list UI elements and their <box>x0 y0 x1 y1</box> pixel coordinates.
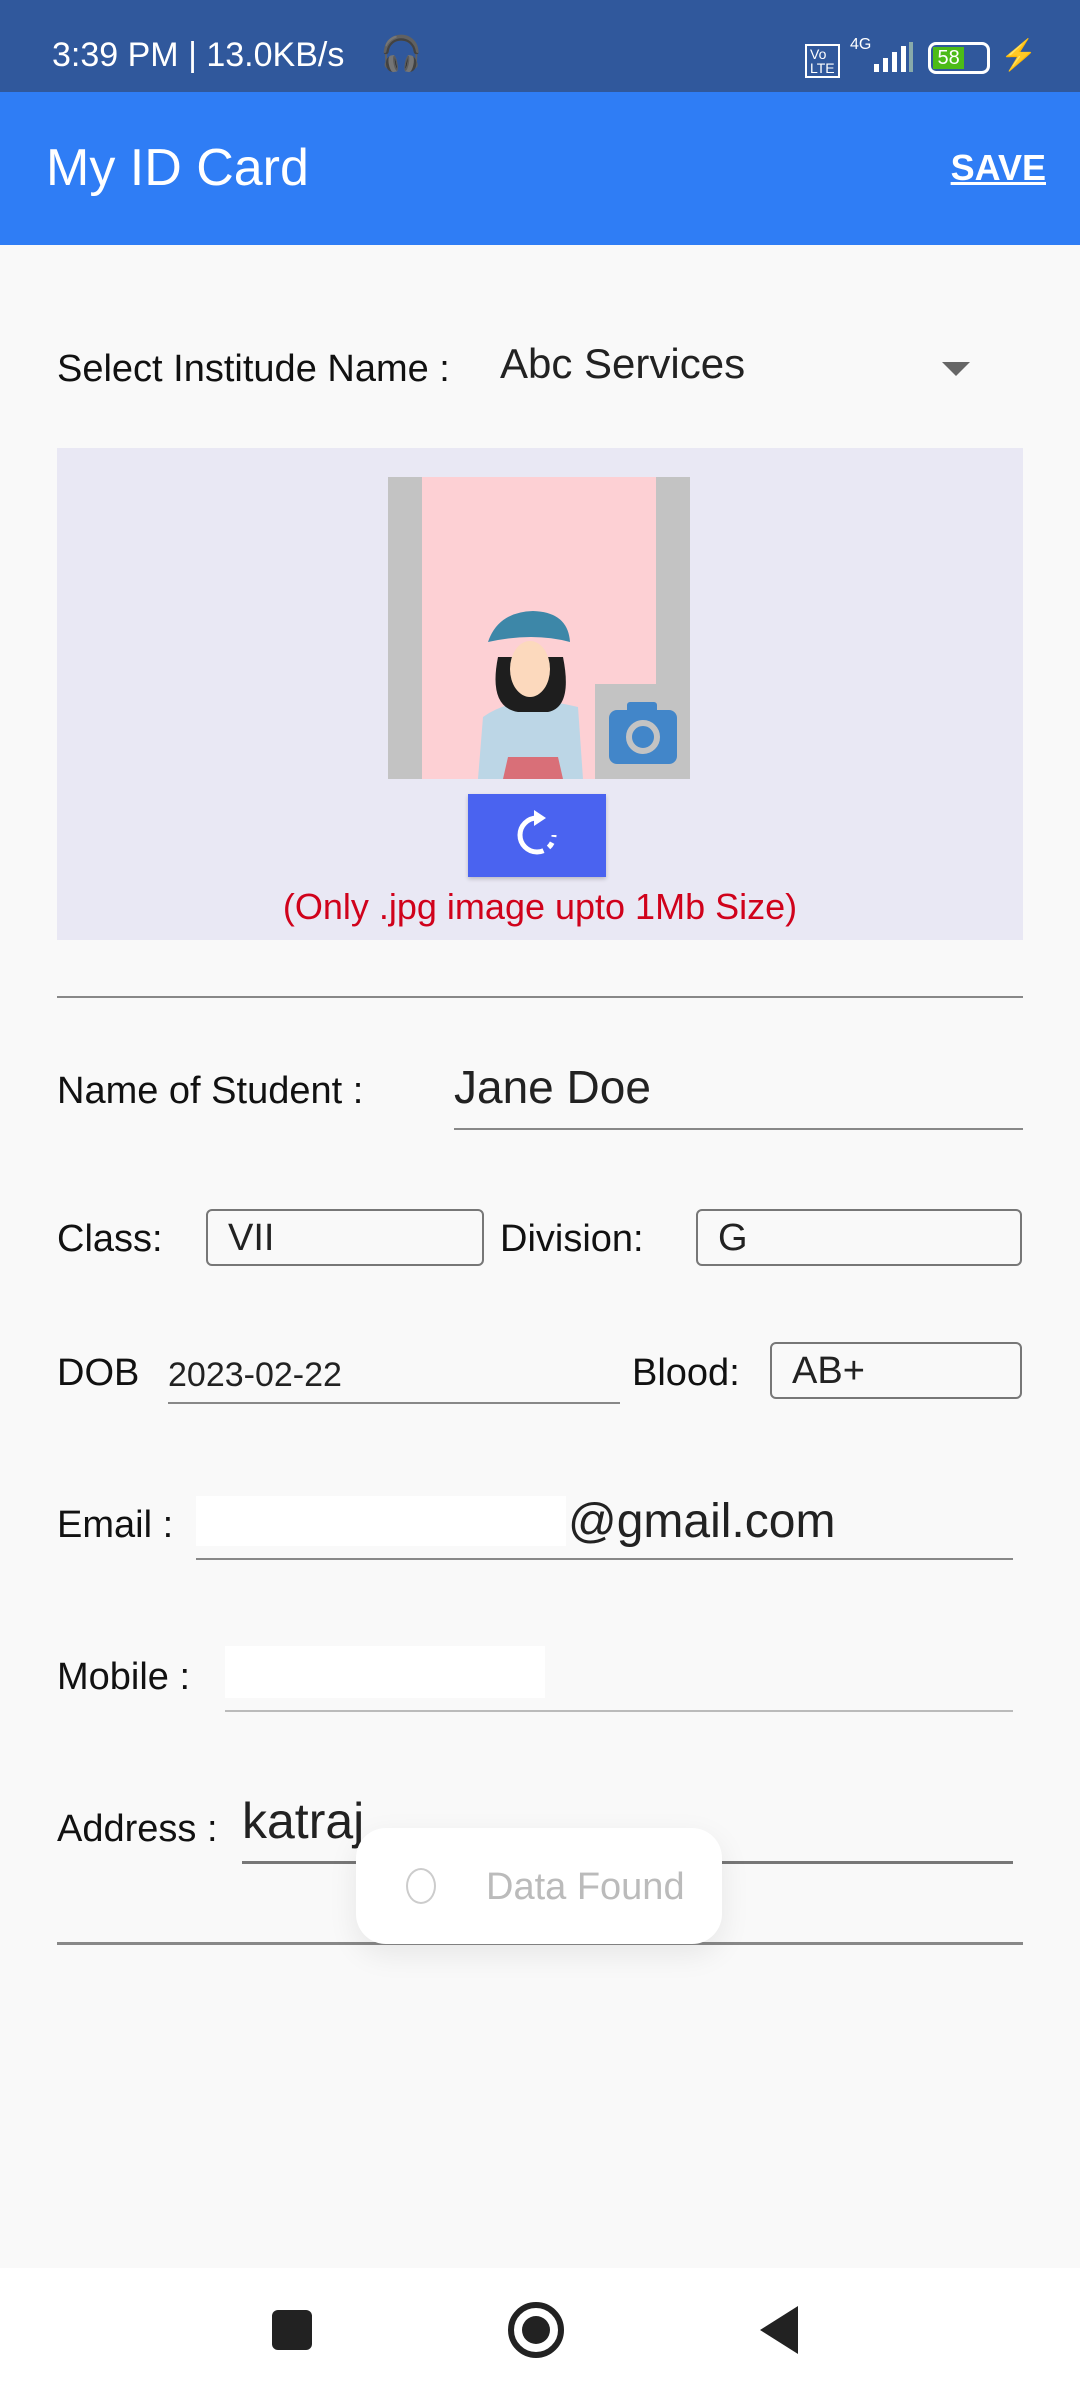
volte-icon: Vo LTE <box>805 44 840 78</box>
headphones-icon: 🎧 <box>380 35 423 73</box>
email-value: @gmail.com <box>568 1495 836 1548</box>
rotate-button[interactable] <box>468 794 606 877</box>
name-label: Name of Student : <box>57 1070 364 1112</box>
division-label: Division: <box>500 1218 644 1260</box>
battery-icon: 58 <box>928 42 990 74</box>
email-label: Email : <box>57 1504 174 1546</box>
class-label: Class: <box>57 1218 163 1260</box>
name-input[interactable]: Jane Doe <box>454 1060 1023 1130</box>
home-button[interactable] <box>508 2302 564 2358</box>
app-logo-icon <box>406 1868 436 1904</box>
chevron-down-icon <box>942 362 970 376</box>
email-input[interactable]: @gmail.com <box>196 1490 1013 1560</box>
rotate-icon <box>517 810 557 855</box>
charging-icon: ⚡ <box>1000 39 1038 72</box>
photo-note: (Only .jpg image upto 1Mb Size) <box>282 886 798 927</box>
student-photo[interactable] <box>388 477 690 779</box>
address-label: Address : <box>57 1808 218 1850</box>
institute-dropdown[interactable]: Abc Services <box>500 340 980 400</box>
redaction <box>196 1496 566 1546</box>
redaction <box>225 1646 545 1698</box>
status-bar: 3:39 PM | 13.0KB/s 🎧 Vo LTE 4G 58 ⚡ <box>0 0 1080 92</box>
navigation-bar <box>0 2268 1080 2400</box>
page-title: My ID Card <box>46 139 309 197</box>
battery-level: 58 <box>933 47 965 69</box>
status-time: 3:39 PM | 13.0KB/s <box>52 36 345 74</box>
app-bar: My ID Card SAVE <box>0 92 1080 245</box>
institute-value: Abc Services <box>500 340 746 387</box>
camera-icon <box>609 702 677 764</box>
blood-input[interactable]: AB+ <box>770 1342 1022 1399</box>
address-value: katraj <box>242 1793 365 1849</box>
save-button[interactable]: SAVE <box>951 147 1046 189</box>
recents-button[interactable] <box>272 2310 312 2350</box>
dob-input[interactable]: 2023-02-22 <box>168 1350 620 1404</box>
blood-label: Blood: <box>632 1352 740 1394</box>
institute-label: Select Institude Name : <box>57 348 450 390</box>
toast: Data Found <box>356 1828 722 1944</box>
mobile-input[interactable] <box>225 1640 1013 1712</box>
photo-panel: (Only .jpg image upto 1Mb Size) <box>57 448 1023 940</box>
division-input[interactable]: G <box>696 1209 1022 1266</box>
mobile-label: Mobile : <box>57 1656 191 1698</box>
divider <box>57 996 1023 998</box>
dob-label: DOB <box>57 1352 140 1394</box>
back-button[interactable] <box>760 2306 798 2354</box>
toast-text: Data Found <box>486 1866 685 1908</box>
camera-button[interactable] <box>595 684 690 779</box>
student-illustration <box>478 611 583 779</box>
class-input[interactable]: VII <box>206 1209 484 1266</box>
name-value: Jane Doe <box>454 1061 651 1113</box>
signal-icon <box>874 42 913 72</box>
